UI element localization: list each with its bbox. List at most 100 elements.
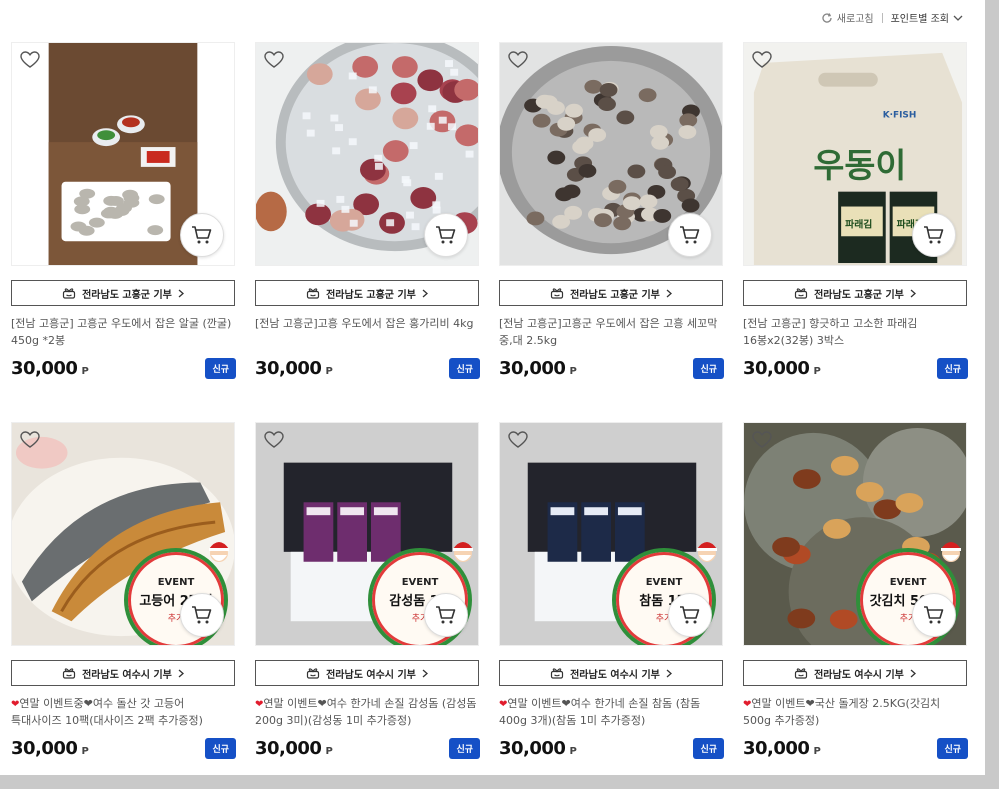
santa-icon [209, 542, 229, 562]
new-badge: 신규 [937, 738, 968, 759]
price-value: 30,000 [499, 738, 566, 759]
product-title-text: [전남 고흥군] 고흥군 우도에서 잡은 알굴 (깐굴) 450g *2봉 [11, 317, 232, 347]
product-card[interactable]: EVENT 감성돔 1미 추가 전라남도 여수시 기부 ❤연말 이벤트❤여수 한가네… [255, 422, 480, 775]
donation-label: 전라남도 여수시 기부 [326, 669, 416, 681]
donation-region-button[interactable]: 전라남도 고흥군 기부 [11, 280, 235, 306]
product-image[interactable] [499, 42, 723, 266]
price-row: 30,000 P 신규 [499, 738, 724, 759]
price-unit: P [325, 366, 333, 377]
donation-label: 전라남도 여수시 기부 [570, 669, 660, 681]
product-title[interactable]: [전남 고흥군]고흥 우도에서 잡은 홍가리비 4kg [255, 316, 480, 348]
price-value: 30,000 [255, 358, 322, 379]
price-value: 30,000 [743, 738, 810, 759]
price: 30,000 P [255, 358, 333, 379]
chevron-right-icon [910, 289, 916, 297]
price-value: 30,000 [11, 358, 78, 379]
donation-region-button[interactable]: 전라남도 고흥군 기부 [743, 280, 967, 306]
product-image[interactable]: K·FISH 우동이 파래김 파래김 [743, 42, 967, 266]
product-title[interactable]: [전남 고흥군] 향긋하고 고소한 파래김 16봉x2(32봉) 3박스 [743, 316, 968, 348]
price-unit: P [81, 746, 89, 757]
cart-icon [924, 226, 944, 244]
chevron-down-icon [953, 15, 963, 21]
add-to-cart-button[interactable] [180, 213, 224, 257]
product-grid: 전라남도 고흥군 기부 [전남 고흥군] 고흥군 우도에서 잡은 알굴 (깐굴)… [11, 42, 968, 775]
price-row: 30,000 P 신규 [743, 738, 968, 759]
product-image[interactable] [255, 42, 479, 266]
wishlist-heart-icon[interactable] [752, 51, 772, 69]
product-title[interactable]: ❤연말 이벤트중❤여수 돌산 갓 고등어 특대사이즈 10팩(대사이즈 2팩 추… [11, 696, 236, 728]
donation-region-button[interactable]: 전라남도 여수시 기부 [743, 660, 967, 686]
add-to-cart-button[interactable] [424, 213, 468, 257]
add-to-cart-button[interactable] [668, 213, 712, 257]
product-image[interactable]: EVENT 고등어 2마리 추가 [11, 422, 235, 646]
donation-region-button[interactable]: 전라남도 고흥군 기부 [255, 280, 479, 306]
wishlist-heart-icon[interactable] [264, 431, 284, 449]
donation-region-button[interactable]: 전라남도 여수시 기부 [11, 660, 235, 686]
donation-region-button[interactable]: 전라남도 여수시 기부 [255, 660, 479, 686]
donation-label: 전라남도 고흥군 기부 [814, 289, 904, 301]
wishlist-heart-icon[interactable] [264, 51, 284, 69]
chevron-right-icon [666, 669, 672, 677]
wishlist-heart-icon[interactable] [752, 431, 772, 449]
donation-region-button[interactable]: 전라남도 고흥군 기부 [499, 280, 723, 306]
product-card[interactable]: EVENT 고등어 2마리 추가 전라남도 여수시 기부 ❤연말 이벤트중❤여수 돌… [11, 422, 236, 775]
product-card[interactable]: EVENT 갓김치 500g 추가 전라남도 여수시 기부 ❤연말 이벤트❤국산 돌… [743, 422, 968, 775]
product-image[interactable]: EVENT 갓김치 500g 추가 [743, 422, 967, 646]
cart-icon [436, 606, 456, 624]
price-unit: P [569, 746, 577, 757]
product-title-text: [전남 고흥군]고흥 우도에서 잡은 홍가리비 4kg [255, 317, 474, 330]
price: 30,000 P [743, 358, 821, 379]
donation-label: 전라남도 고흥군 기부 [326, 289, 416, 301]
new-badge: 신규 [205, 738, 236, 759]
price-value: 30,000 [743, 358, 810, 379]
svg-text:K·FISH: K·FISH [883, 110, 917, 120]
chevron-right-icon [178, 669, 184, 677]
product-title-text: [전남 고흥군] 향긋하고 고소한 파래김 16봉x2(32봉) 3박스 [743, 317, 918, 347]
product-card[interactable]: EVENT 참돔 1미 추가 전라남도 여수시 기부 ❤연말 이벤트❤여수 한가네 … [499, 422, 724, 775]
wishlist-heart-icon[interactable] [20, 51, 40, 69]
donation-label: 전라남도 고흥군 기부 [570, 289, 660, 301]
product-card[interactable]: 전라남도 고흥군 기부 [전남 고흥군]고흥 우도에서 잡은 홍가리비 4kg … [255, 42, 480, 422]
price-row: 30,000 P 신규 [499, 358, 724, 379]
product-title[interactable]: ❤연말 이벤트❤여수 한가네 손질 참돔 (참돔 400g 3개)(참돔 1미 … [499, 696, 724, 728]
event-label: EVENT [157, 576, 195, 588]
donation-label: 전라남도 여수시 기부 [82, 669, 172, 681]
new-badge: 신규 [937, 358, 968, 379]
refresh-button[interactable]: 새로고침 [821, 10, 874, 25]
add-to-cart-button[interactable] [180, 593, 224, 637]
svg-text:파래김: 파래김 [845, 217, 872, 230]
add-to-cart-button[interactable] [424, 593, 468, 637]
donation-label: 전라남도 여수시 기부 [814, 669, 904, 681]
sort-label: 포인트별 조회 [890, 14, 949, 25]
add-to-cart-button[interactable] [912, 593, 956, 637]
cart-icon [436, 226, 456, 244]
gift-box-icon [795, 288, 808, 299]
product-list-panel: 새로고침 포인트별 조회 전라남도 고흥군 기부 [전남 고흥군] 고흥군 우도… [0, 0, 985, 775]
event-label: EVENT [889, 576, 927, 588]
wishlist-heart-icon[interactable] [20, 431, 40, 449]
product-title[interactable]: [전남 고흥군] 고흥군 우도에서 잡은 알굴 (깐굴) 450g *2봉 [11, 316, 236, 348]
wishlist-heart-icon[interactable] [508, 431, 528, 449]
product-card[interactable]: K·FISH 우동이 파래김 파래김 전라남도 고흥군 기부 [전남 고흥군] … [743, 42, 968, 422]
price-value: 30,000 [255, 738, 322, 759]
product-card[interactable]: 전라남도 고흥군 기부 [전남 고흥군]고흥군 우도에서 잡은 고흥 세꼬막 중… [499, 42, 724, 422]
cart-icon [680, 226, 700, 244]
product-title[interactable]: ❤연말 이벤트❤여수 한가네 손질 감성돔 (감성돔 200g 3미)(감성동 … [255, 696, 480, 728]
new-badge: 신규 [449, 738, 480, 759]
add-to-cart-button[interactable] [668, 593, 712, 637]
product-title[interactable]: ❤연말 이벤트❤국산 돌게장 2.5KG(갓김치 500g 추가증정) [743, 696, 968, 728]
product-card[interactable]: 전라남도 고흥군 기부 [전남 고흥군] 고흥군 우도에서 잡은 알굴 (깐굴)… [11, 42, 236, 422]
cart-icon [192, 606, 212, 624]
price-unit: P [569, 366, 577, 377]
product-image[interactable]: EVENT 감성돔 1미 추가 [255, 422, 479, 646]
add-to-cart-button[interactable] [912, 213, 956, 257]
wishlist-heart-icon[interactable] [508, 51, 528, 69]
sort-dropdown[interactable]: 포인트별 조회 [891, 10, 963, 25]
product-image[interactable] [11, 42, 235, 266]
product-image[interactable]: EVENT 참돔 1미 추가 [499, 422, 723, 646]
product-title[interactable]: [전남 고흥군]고흥군 우도에서 잡은 고흥 세꼬막 중,대 2.5kg [499, 316, 724, 348]
new-badge: 신규 [693, 358, 724, 379]
event-label: EVENT [645, 576, 683, 588]
price-unit: P [813, 746, 821, 757]
donation-region-button[interactable]: 전라남도 여수시 기부 [499, 660, 723, 686]
